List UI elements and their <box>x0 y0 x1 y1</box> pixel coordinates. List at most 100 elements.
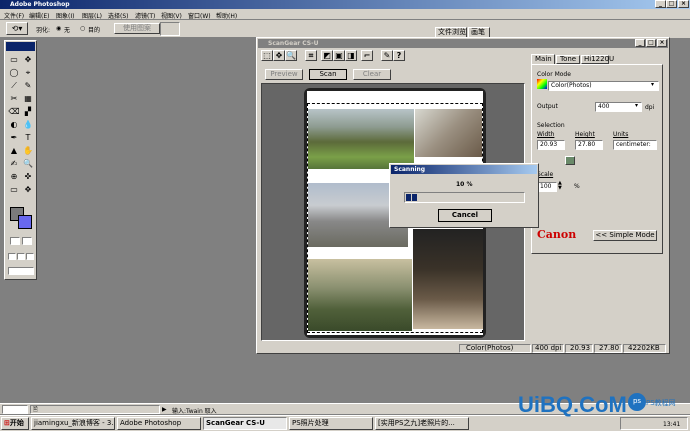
photo-5 <box>308 259 412 331</box>
output-dropdown-icon[interactable]: ▾ <box>635 102 638 109</box>
aspect-lock-button[interactable] <box>565 156 575 165</box>
crop-tool-icon[interactable]: ⟋ <box>8 80 20 92</box>
menu-item-filter[interactable]: 滤镜(T) <box>135 11 155 20</box>
units-select[interactable]: centimeter: <box>613 140 657 150</box>
menu-item-help[interactable]: 帮助(H) <box>216 11 237 20</box>
screen-mode-full-menu-button[interactable] <box>17 253 25 260</box>
scale-label: Scale <box>537 171 554 178</box>
invert-tool-icon[interactable]: ◨ <box>345 50 357 61</box>
maximize-button[interactable]: □ <box>666 0 677 8</box>
menu-item-view[interactable]: 视图(V) <box>161 11 182 20</box>
units-value: centimeter: <box>616 141 651 148</box>
scale-input[interactable]: 100 <box>537 182 557 192</box>
preview-button[interactable]: Preview <box>265 69 303 80</box>
width-input[interactable]: 20.93 <box>537 140 565 150</box>
taskbar-item-photoshop[interactable]: Adobe Photoshop <box>117 417 201 430</box>
color-mode-dropdown-icon[interactable]: ▾ <box>651 81 654 88</box>
mode-b-label: 目的 <box>88 27 101 34</box>
simple-mode-button[interactable]: << Simple Mode <box>593 230 657 241</box>
select-tool-icon[interactable]: ⬚ <box>261 50 273 61</box>
toolbox: ▭ ✥ ◯ ⌖ ⟋ ✎ ✂ ▦ ⌫ ▞ ◐ 💧 ✒ T ▲ ✋ ✍ 🔍 ⊕ ✜ ▭ ✥ <box>4 40 37 280</box>
ps-doc-info[interactable]: 🖹 <box>30 405 160 414</box>
taskbar-item-blog-label: jiamingxu_新浪博客 - 3... <box>34 419 115 427</box>
auto-tone-icon[interactable]: ⌐ <box>361 50 373 61</box>
brush-tool-icon[interactable]: ▦ <box>22 93 34 105</box>
eraser-tool-icon[interactable]: ◐ <box>8 119 20 131</box>
status-size-text: 42202KB <box>628 344 660 352</box>
start-button[interactable]: ⊞开始 <box>1 417 29 430</box>
shape-tool-icon[interactable]: 🔍 <box>22 158 34 170</box>
scangear-statusbar: Color(Photos) 400 dpi 20.93 27.80 42202K… <box>259 344 667 353</box>
pattern-swatch[interactable] <box>160 22 180 36</box>
eyedropper-tool-icon[interactable]: ✜ <box>22 171 34 183</box>
mode-radio-a[interactable]: ◉ <box>56 25 61 32</box>
history-brush-tool-icon[interactable]: ▞ <box>22 106 34 118</box>
close-button[interactable]: × <box>678 0 689 8</box>
menu-item-window[interactable]: 窗口(W) <box>188 11 211 20</box>
clear-label: Clear <box>362 70 382 78</box>
scanning-dialog: Scanning 10 % Cancel <box>389 163 539 228</box>
color-mode-select[interactable]: Color(Photos) <box>548 81 659 91</box>
stamp-tool-icon[interactable]: ⌫ <box>8 106 20 118</box>
magic-wand-tool-icon[interactable]: ⌖ <box>22 67 34 79</box>
menu-item-image[interactable]: 图象(I) <box>56 11 74 20</box>
lasso-tool-icon[interactable]: ◯ <box>8 67 20 79</box>
taskbar-item-scangear[interactable]: ScanGear CS-U <box>203 417 287 430</box>
healing-tool-icon[interactable]: ✂ <box>8 93 20 105</box>
taskbar-item-ps-photos[interactable]: PS照片处理 <box>289 417 373 430</box>
marquee-tool-icon[interactable]: ▭ <box>8 54 20 66</box>
screen-mode-full-button[interactable] <box>26 253 34 260</box>
notes-tool-icon[interactable]: ⊕ <box>8 171 20 183</box>
path-select-tool-icon[interactable]: ▲ <box>8 145 20 157</box>
background-color-swatch[interactable] <box>18 215 32 229</box>
minimize-button[interactable]: _ <box>655 0 666 8</box>
dodge-tool-icon[interactable]: T <box>22 132 34 144</box>
help-icon[interactable]: ? <box>393 50 405 61</box>
tab-brushes-label: 画笔 <box>471 28 485 36</box>
menu-item-edit[interactable]: 编辑(E) <box>29 11 49 20</box>
tab-main[interactable]: Main <box>531 54 555 64</box>
status-height-text: 27.80 <box>599 344 620 352</box>
mode-radio-b[interactable]: ○ <box>80 25 85 32</box>
scangear-minimize-button[interactable]: _ <box>635 39 645 47</box>
zoom-tool-icon[interactable]: ✥ <box>22 184 34 196</box>
scale-spin-icon[interactable]: ▲ ▼ <box>558 181 562 191</box>
menu-item-layer[interactable]: 图层(L) <box>82 11 102 20</box>
jump-to-imageready-button[interactable] <box>8 267 34 275</box>
tab-tone[interactable]: Tone <box>556 55 580 64</box>
type-tool-icon[interactable]: ✋ <box>22 145 34 157</box>
tab-hi1220u[interactable]: Hi1220U <box>581 55 614 64</box>
menu-item-file[interactable]: 文件(F) <box>4 11 24 20</box>
scan-button[interactable]: Scan <box>309 69 347 80</box>
cancel-button[interactable]: Cancel <box>438 209 492 222</box>
tool-preset-picker[interactable]: ⟲▾ <box>6 22 28 35</box>
settings-icon[interactable]: ✎ <box>381 50 393 61</box>
slice-tool-icon[interactable]: ✎ <box>22 80 34 92</box>
quickmask-on-button[interactable] <box>22 237 32 245</box>
menu-item-select[interactable]: 选择(S) <box>108 11 129 20</box>
scanning-titlebar: Scanning <box>391 165 537 174</box>
crop-tool-icon[interactable]: ⌗ <box>305 50 317 61</box>
use-pattern-button[interactable]: 使用图案 <box>114 23 160 34</box>
height-label: Height <box>575 131 595 138</box>
scangear-maximize-button[interactable]: □ <box>646 39 656 47</box>
quickmask-off-button[interactable] <box>10 237 20 245</box>
screen-mode-standard-button[interactable] <box>8 253 16 260</box>
scangear-close-button[interactable]: × <box>657 39 667 47</box>
move-tool-icon[interactable]: ✥ <box>22 54 34 66</box>
move-tool-icon[interactable]: ✥ <box>273 50 285 61</box>
rotate-tool-icon[interactable]: ◩ <box>321 50 333 61</box>
zoom-tool-icon[interactable]: 🔍 <box>285 50 297 61</box>
blur-tool-icon[interactable]: ✒ <box>8 132 20 144</box>
mirror-tool-icon[interactable]: ▣ <box>333 50 345 61</box>
gradient-tool-icon[interactable]: 💧 <box>22 119 34 131</box>
taskbar-item-blog[interactable]: jiamingxu_新浪博客 - 3... <box>31 417 115 430</box>
taskbar-item-tutorial[interactable]: [实用PS之九]老照片的... <box>375 417 469 430</box>
hand-tool-icon[interactable]: ▭ <box>8 184 20 196</box>
output-unit: dpi <box>645 104 655 111</box>
ps-zoom-field[interactable] <box>2 405 28 414</box>
color-mode-label: Color Mode <box>537 71 571 78</box>
height-input[interactable]: 27.80 <box>575 140 603 150</box>
clear-button[interactable]: Clear <box>353 69 391 80</box>
pen-tool-icon[interactable]: ✍ <box>8 158 20 170</box>
